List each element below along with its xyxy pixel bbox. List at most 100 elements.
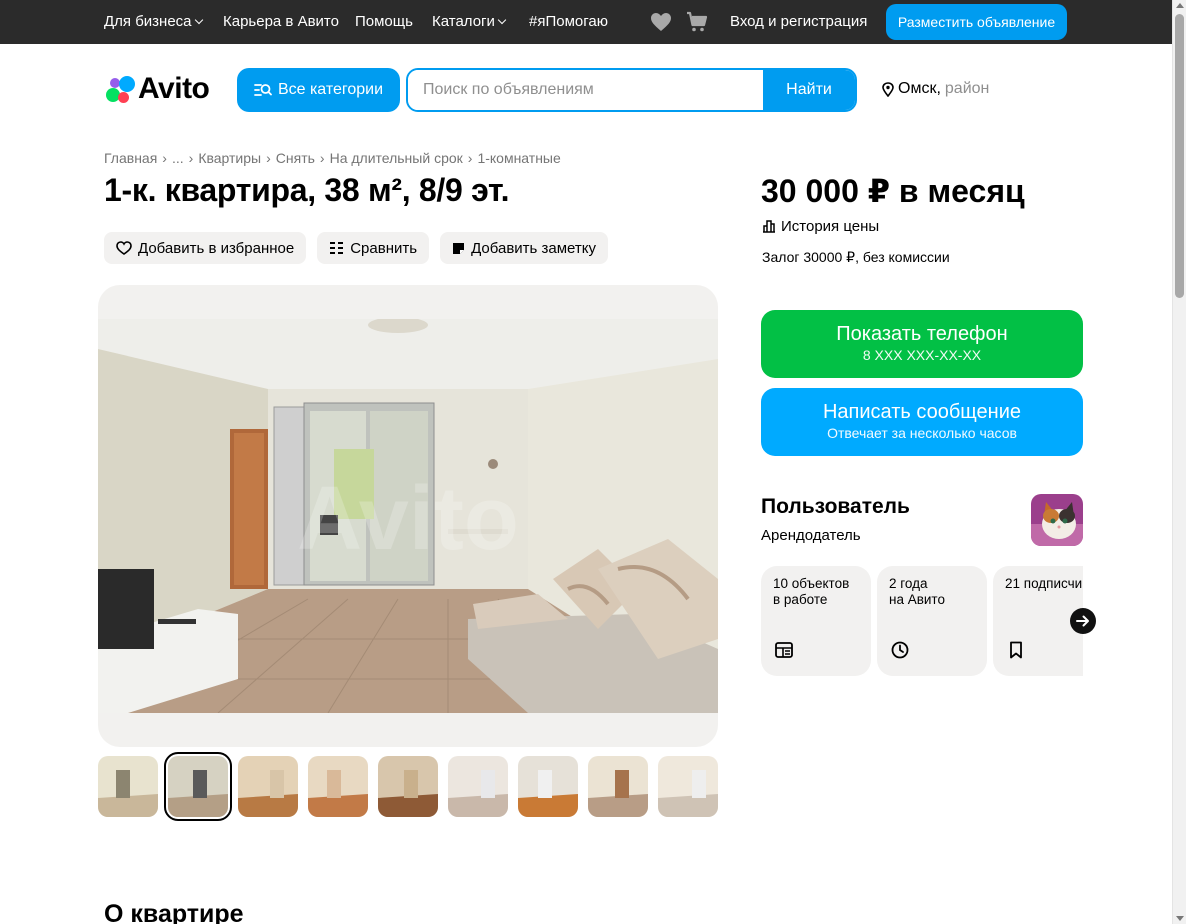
breadcrumb-item[interactable]: 1-комнатные (477, 150, 560, 166)
catalogs-menu[interactable]: Каталоги (432, 13, 507, 31)
price-history-label: История цены (781, 218, 880, 235)
show-phone-label: Показать телефон (836, 323, 1008, 345)
stat-listings-count: 10 объектов (773, 576, 850, 591)
phone-mask: 8 XXX XXX-XX-XX (862, 347, 982, 363)
location-pin-icon (882, 81, 894, 97)
svg-text:Avito: Avito (297, 469, 519, 569)
apartment-photo: Avito (98, 319, 718, 713)
clock-icon (891, 641, 909, 659)
bookmark-icon (1010, 641, 1022, 659)
seller-stats: 10 объектов в работе 2 года на Авито 21 … (761, 566, 1083, 676)
help-link[interactable]: Помощь (355, 13, 413, 31)
stat-years-count: 2 года (889, 576, 928, 591)
compare-icon (330, 242, 344, 254)
price-history-link[interactable]: История цены (762, 218, 879, 235)
add-note-button[interactable]: Добавить заметку (440, 232, 608, 264)
photo-thumbnail[interactable] (448, 756, 508, 817)
thumbnail-image (658, 756, 718, 817)
listings-icon (775, 642, 793, 658)
photo-thumbnails (98, 752, 718, 821)
stat-subscribers-count: 21 подписчик (1005, 576, 1083, 591)
breadcrumb-separator: › (467, 150, 473, 166)
logo-icon (104, 74, 136, 104)
response-time: Отвечает за несколько часов (827, 425, 1017, 441)
breadcrumb: Главная ›... › Квартиры › Снять › На длительный… (104, 150, 561, 166)
listing-actions: Добавить в избранное Сравнить Добавить з… (104, 232, 608, 264)
add-to-favorites-label: Добавить в избранное (138, 239, 295, 257)
seller-role: Арендодатель (761, 527, 861, 544)
breadcrumb-item[interactable]: Квартиры (198, 150, 261, 166)
compare-button[interactable]: Сравнить (317, 232, 430, 264)
all-categories-label: Все категории (277, 81, 384, 98)
photo-thumbnail[interactable] (378, 756, 438, 817)
photo-thumbnail[interactable] (518, 756, 578, 817)
stats-next-button[interactable] (1070, 608, 1096, 634)
heart-icon[interactable] (649, 10, 673, 34)
scrollbar[interactable] (1172, 0, 1186, 924)
search-bar: Найти (406, 68, 857, 112)
photo-thumbnail[interactable] (238, 756, 298, 817)
chevron-down-icon (497, 15, 507, 25)
thumbnail-image (588, 756, 648, 817)
categories-icon (254, 84, 272, 96)
seller-name[interactable]: Пользователь (761, 495, 910, 519)
photo-thumbnail[interactable] (588, 756, 648, 817)
catalogs-menu-label: Каталоги (432, 13, 495, 30)
login-link[interactable]: Вход и регистрация (730, 13, 867, 31)
add-note-label: Добавить заметку (471, 239, 596, 257)
thumbnail-image (518, 756, 578, 817)
business-menu-label: Для бизнеса (104, 13, 192, 30)
breadcrumb-separator: › (319, 150, 325, 166)
stat-listings-label: в работе (773, 592, 828, 607)
photo-gallery[interactable]: Avito (98, 285, 718, 747)
thumbnail-image (308, 756, 368, 817)
breadcrumb-item[interactable]: Снять (276, 150, 315, 166)
listing-title: 1-к. квартира, 38 м², 8/9 эт. (104, 172, 510, 208)
avatar[interactable] (1031, 494, 1083, 546)
help-tag-link[interactable]: #яПомогаю (529, 13, 608, 31)
about-section-title: О квартире (104, 900, 244, 924)
logo-text: Avito (138, 72, 210, 105)
heart-icon (116, 241, 132, 255)
post-ad-button[interactable]: Разместить объявление (886, 4, 1067, 40)
search-input[interactable] (408, 70, 763, 110)
top-bar: Для бизнеса Карьера в Авито Помощь Катал… (0, 0, 1172, 44)
stat-years[interactable]: 2 года на Авито (877, 566, 987, 676)
photo-thumbnail[interactable] (308, 756, 368, 817)
show-phone-button[interactable]: Показать телефон 8 XXX XXX-XX-XX (761, 310, 1083, 378)
region-name: район (944, 80, 990, 97)
scroll-down-icon[interactable] (1176, 916, 1184, 921)
seller-avatar-image (1031, 494, 1083, 546)
avito-logo[interactable]: Avito (104, 72, 210, 106)
scrollbar-thumb[interactable] (1175, 14, 1184, 298)
photo-thumbnail[interactable] (164, 752, 232, 821)
compare-label: Сравнить (350, 239, 418, 257)
cart-icon[interactable] (685, 10, 709, 34)
breadcrumb-item[interactable]: ... (172, 150, 184, 166)
scroll-up-icon[interactable] (1176, 3, 1184, 8)
career-link[interactable]: Карьера в Авито (223, 13, 339, 31)
chevron-down-icon (194, 15, 203, 25)
write-message-label: Написать сообщение (822, 401, 1021, 423)
thumbnail-image (168, 756, 228, 817)
main-photo[interactable]: Avito (98, 319, 718, 713)
thumbnail-image (98, 756, 158, 817)
breadcrumb-item[interactable]: На длительный срок (330, 150, 463, 166)
location-selector[interactable]: Омск, район (882, 80, 989, 98)
business-menu[interactable]: Для бизнеса (104, 13, 203, 31)
breadcrumb-item[interactable]: Главная (104, 150, 157, 166)
all-categories-button[interactable]: Все категории (237, 68, 400, 112)
add-to-favorites-button[interactable]: Добавить в избранное (104, 232, 307, 264)
deposit-info: Залог 30000 ₽, без комиссии (762, 249, 950, 265)
breadcrumb-separator: › (162, 150, 167, 166)
arrow-right-icon (1076, 615, 1089, 627)
photo-thumbnail[interactable] (658, 756, 718, 817)
thumbnail-image (378, 756, 438, 817)
note-icon (453, 242, 465, 254)
photo-thumbnail[interactable] (98, 756, 158, 817)
write-message-button[interactable]: Написать сообщение Отвечает за несколько… (761, 388, 1083, 456)
stat-listings[interactable]: 10 объектов в работе (761, 566, 871, 676)
search-button[interactable]: Найти (763, 70, 855, 110)
stat-years-label: на Авито (889, 592, 945, 607)
breadcrumb-separator: › (188, 150, 194, 166)
